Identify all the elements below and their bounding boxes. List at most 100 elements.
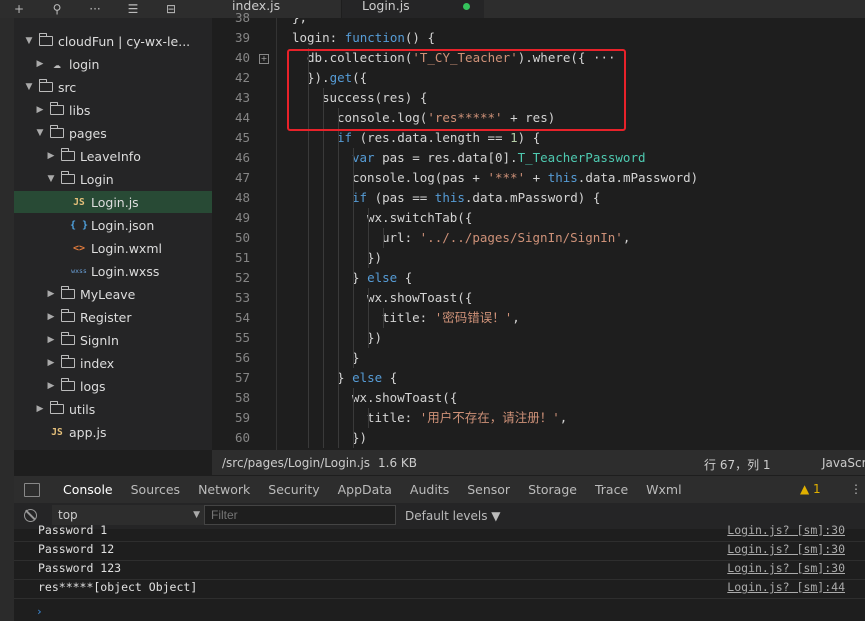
indent-guide	[308, 148, 309, 168]
indent-guide	[338, 308, 339, 328]
add-icon[interactable]: +	[0, 2, 38, 16]
indent-guide	[308, 228, 309, 248]
tree-item[interactable]: ▼ pages	[14, 122, 212, 144]
devtools-tab-security[interactable]: Security	[259, 482, 328, 497]
devtools-tab-wxml[interactable]: Wxml	[637, 482, 690, 497]
outline-icon[interactable]: ☰	[114, 2, 152, 16]
indent-guide	[323, 148, 324, 168]
tree-item[interactable]: ▼ Login	[14, 168, 212, 190]
indent-guide	[368, 288, 369, 308]
console-source-link[interactable]: Login.js? [sm]:30	[727, 523, 845, 537]
tree-item[interactable]: JS app.js	[14, 421, 212, 443]
indent-guide	[353, 308, 354, 328]
tree-item[interactable]: ▶ logs	[14, 375, 212, 397]
tree-item[interactable]: wxss Login.wxss	[14, 260, 212, 282]
indent-guide	[323, 248, 324, 268]
indent-guide	[338, 288, 339, 308]
code-line: login: function() {	[292, 28, 435, 48]
search-icon[interactable]: ⚲	[38, 2, 76, 16]
cursor-position[interactable]: 行 67，列 1	[704, 456, 771, 473]
chevron-down-icon: ▼	[25, 82, 33, 92]
tree-item[interactable]: ▼ cloudFun | cy-wx-le...	[14, 30, 212, 52]
tree-item[interactable]: { }app.json	[14, 444, 212, 451]
devtools-tab-appdata[interactable]: AppData	[329, 482, 401, 497]
indent-guide	[338, 208, 339, 228]
tree-item[interactable]: <> Login.wxml	[14, 237, 212, 259]
top-bar: + ⚲ ··· ☰ ⊟ index.js Login.js	[0, 0, 865, 18]
code-token: 1	[510, 130, 518, 145]
tree-item[interactable]: ▶ MyLeave	[14, 283, 212, 305]
tab-login-js[interactable]: Login.js	[342, 0, 484, 18]
code-token: url:	[382, 230, 420, 245]
indent-guide	[323, 208, 324, 228]
code-line: })	[367, 328, 382, 348]
folder-icon	[49, 102, 65, 117]
inspect-element-icon[interactable]	[24, 482, 40, 497]
fold-expand-icon[interactable]: +	[259, 54, 269, 64]
log-levels-dropdown[interactable]: Default levels ▼	[405, 509, 501, 523]
tree-item[interactable]: JS Login.js	[14, 191, 212, 213]
tree-item-label: utils	[69, 401, 96, 417]
code-token: },	[292, 18, 307, 25]
tree-item[interactable]: ▶ libs	[14, 99, 212, 121]
indent-guide	[323, 128, 324, 148]
split-icon[interactable]: ⊟	[152, 2, 190, 16]
language-mode[interactable]: JavaScript	[822, 456, 865, 470]
json-file-icon: { }	[69, 219, 89, 231]
folder-icon	[60, 309, 76, 324]
console-source-link[interactable]: Login.js? [sm]:44	[727, 580, 845, 594]
devtools-tab-sources[interactable]: Sources	[122, 482, 189, 497]
code-token: .data.mPassword) {	[464, 190, 601, 205]
indent-guide	[308, 388, 309, 408]
chevron-right-icon: ▶	[36, 105, 44, 115]
code-line: })	[352, 428, 367, 448]
tree-item[interactable]: ▶ ☁ login	[14, 53, 212, 75]
code-token: else	[367, 270, 398, 285]
code-token: }	[337, 370, 353, 385]
code-line: if (pas == this.data.mPassword) {	[352, 188, 600, 208]
clear-console-icon[interactable]	[24, 509, 37, 522]
more-icon[interactable]: ···	[76, 2, 114, 16]
console-source-link[interactable]: Login.js? [sm]:30	[727, 542, 845, 556]
indent-guide	[353, 408, 354, 428]
tree-item[interactable]: ▶ SignIn	[14, 329, 212, 351]
console-message-text: Password 12	[38, 542, 115, 556]
console-prompt-icon[interactable]: ›	[36, 605, 43, 618]
code-token: ,	[512, 310, 520, 325]
tree-item[interactable]: ▶ Register	[14, 306, 212, 328]
devtools-tab-console[interactable]: Console	[54, 482, 122, 497]
tree-item[interactable]: ▶ LeaveInfo	[14, 145, 212, 167]
console-source-link[interactable]: Login.js? [sm]:30	[727, 561, 845, 575]
tree-item-label: Login.json	[91, 217, 155, 233]
devtools-tab-trace[interactable]: Trace	[586, 482, 637, 497]
devtools-tab-sensor[interactable]: Sensor	[458, 482, 519, 497]
tree-item[interactable]: ▼ src	[14, 76, 212, 98]
folder-shape	[61, 309, 75, 322]
warning-count[interactable]: ▲ 1	[800, 482, 821, 496]
tree-item[interactable]: ▶ utils	[14, 398, 212, 420]
folder-shape	[39, 79, 53, 92]
code-line: } else {	[337, 368, 397, 388]
context-value: top	[58, 508, 78, 522]
tree-item[interactable]: { } Login.json	[14, 214, 212, 236]
line-number: 46	[234, 150, 250, 165]
folder-shape	[50, 125, 64, 138]
code-line: } else {	[352, 268, 412, 288]
indent-guide	[308, 328, 309, 348]
devtools-menu-icon[interactable]: ⋮	[850, 482, 862, 496]
devtools-tab-storage[interactable]: Storage	[519, 482, 586, 497]
indent-guide	[323, 328, 324, 348]
indent-guide	[323, 388, 324, 408]
code-token: title:	[382, 310, 435, 325]
tree-item[interactable]: ▶ index	[14, 352, 212, 374]
line-number: 49	[234, 210, 250, 225]
tree-item-label: pages	[69, 125, 107, 141]
line-number: 59	[234, 410, 250, 425]
tree-item-label: login	[69, 56, 100, 72]
code-token: () {	[404, 30, 436, 45]
file-path: /src/pages/Login/Login.js	[222, 456, 371, 470]
folder-icon	[60, 148, 76, 163]
line-number: 38	[234, 10, 250, 25]
devtools-tab-audits[interactable]: Audits	[401, 482, 458, 497]
devtools-tab-network[interactable]: Network	[189, 482, 259, 497]
